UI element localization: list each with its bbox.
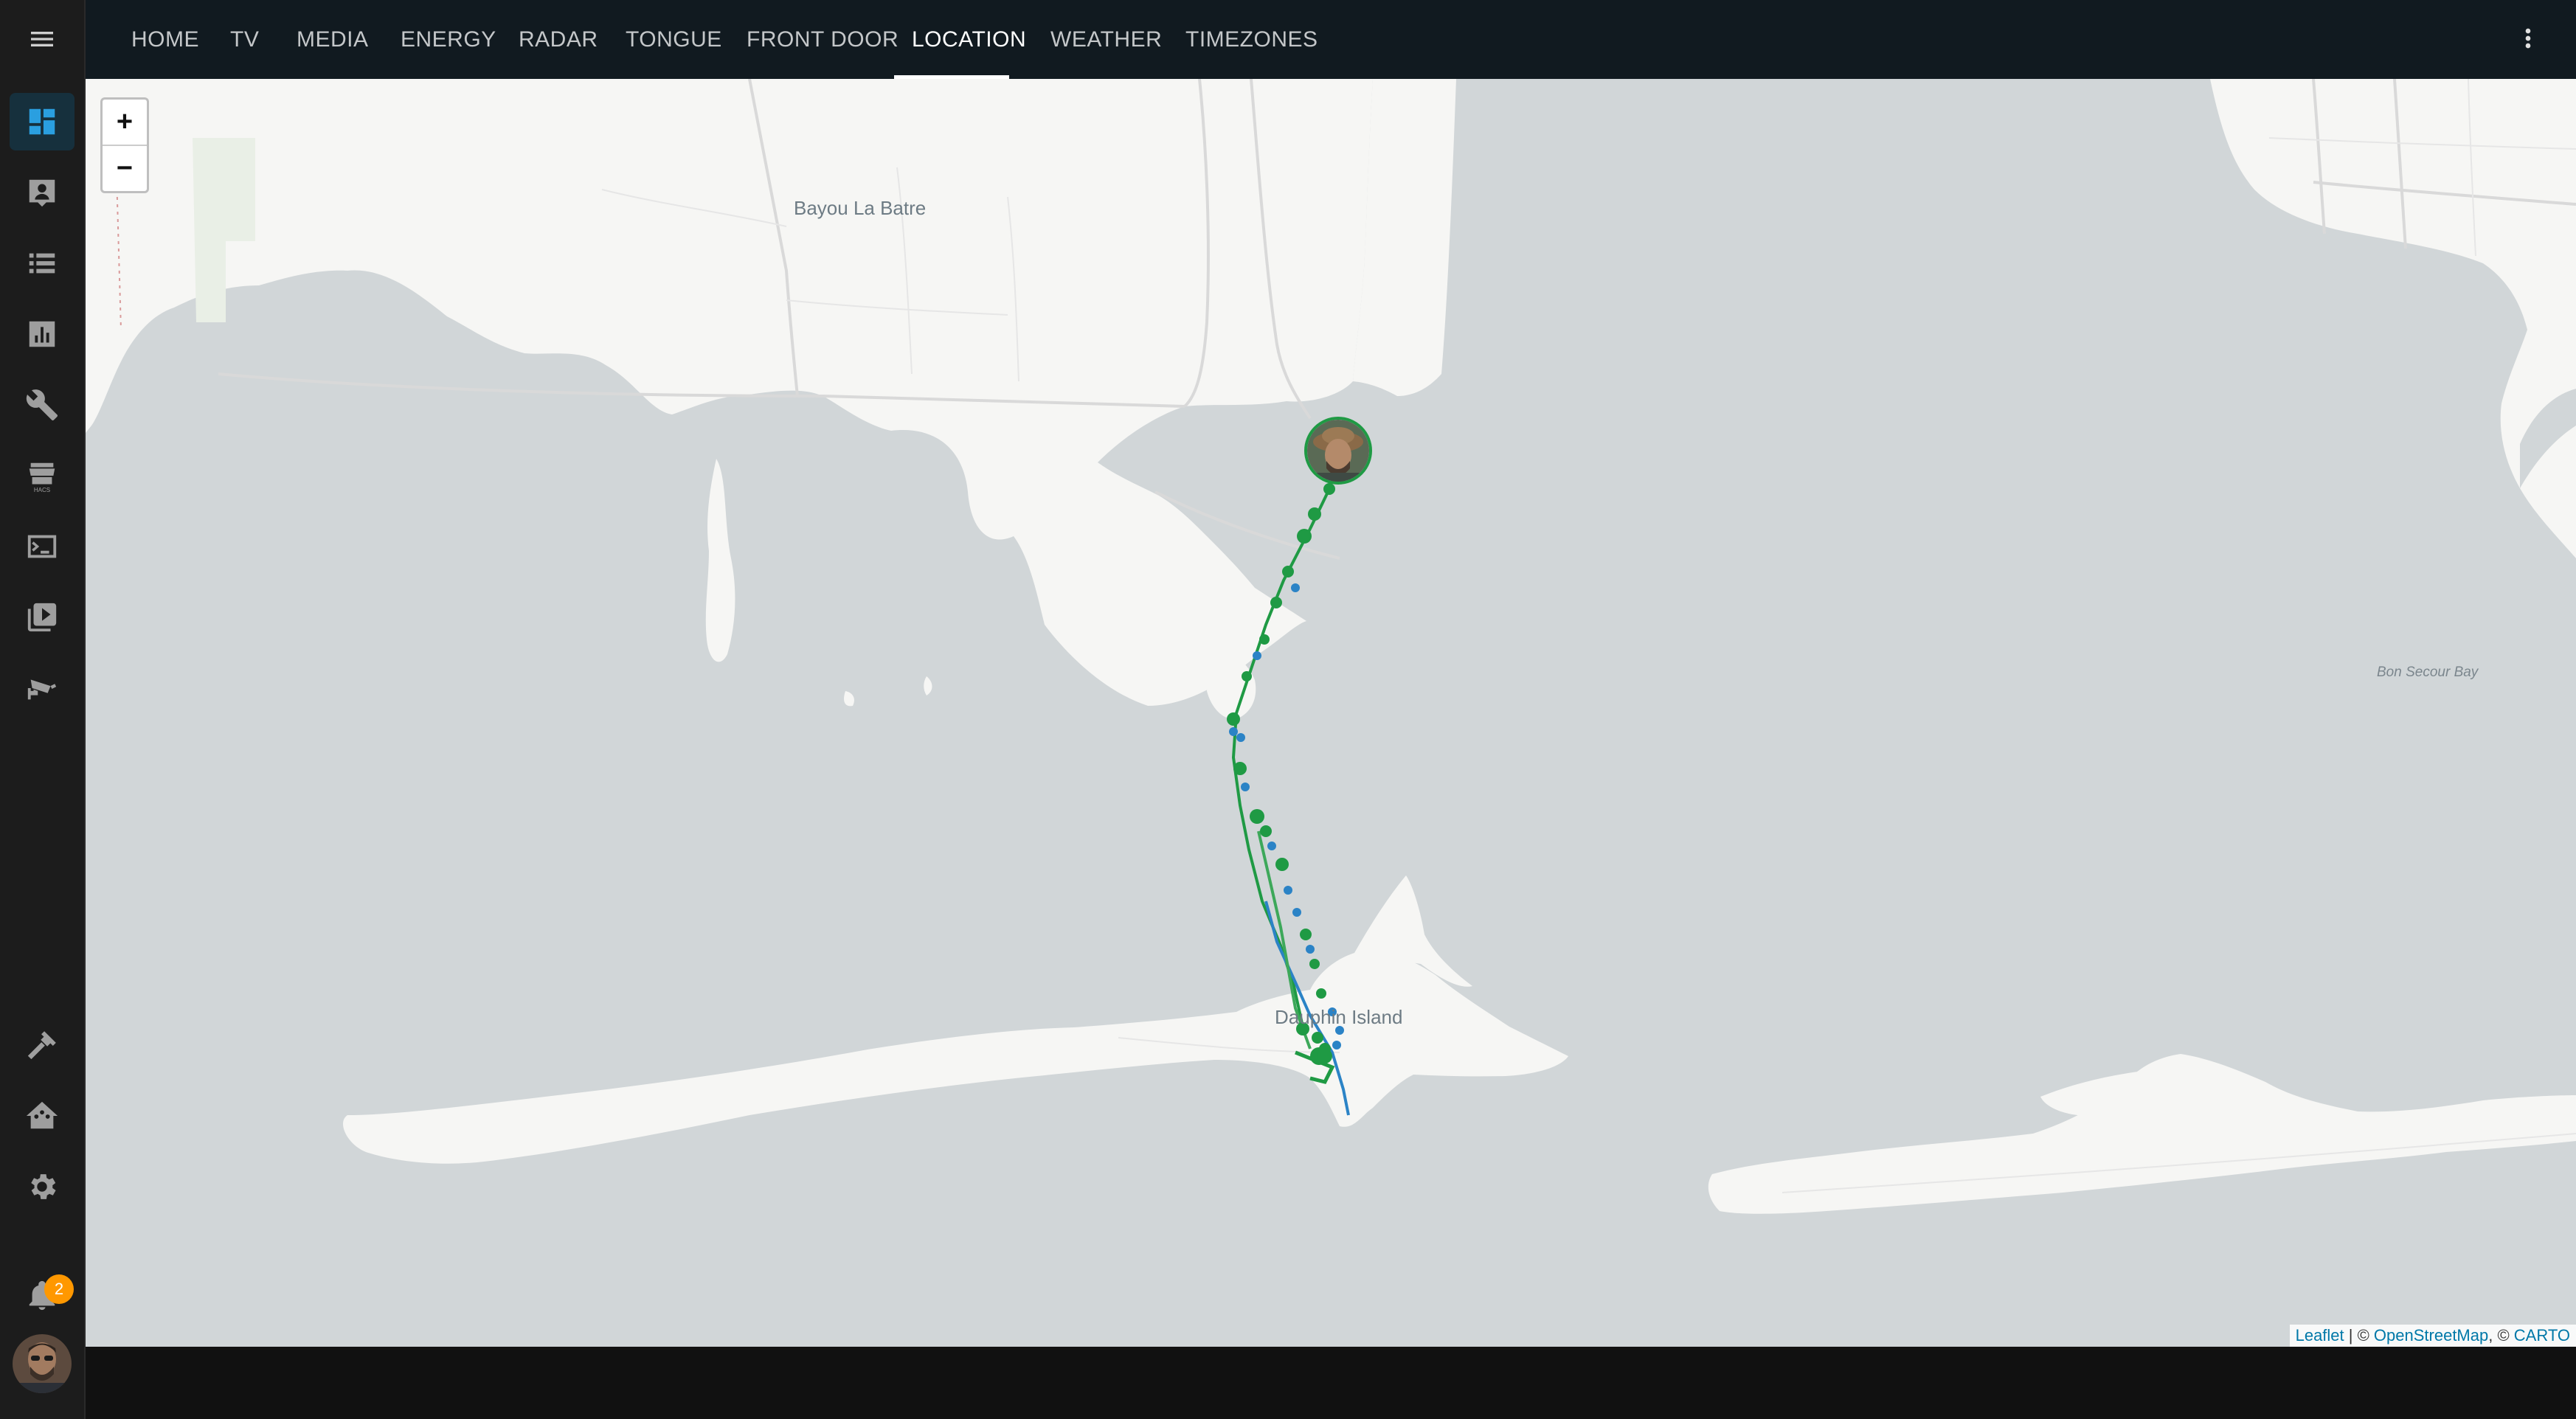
dashboard-icon bbox=[29, 108, 55, 135]
terminal-icon bbox=[27, 535, 57, 558]
sidebar-item-developer[interactable] bbox=[10, 376, 75, 434]
map-tiles bbox=[86, 79, 2576, 1347]
more-vert-icon bbox=[2525, 28, 2531, 49]
user-avatar-image bbox=[13, 1334, 72, 1393]
openstreetmap-link[interactable]: OpenStreetMap bbox=[2374, 1326, 2488, 1345]
settings-icon bbox=[31, 1174, 56, 1199]
menu-button[interactable] bbox=[14, 11, 70, 67]
home-assistant-icon bbox=[26, 1101, 58, 1129]
wrench-icon bbox=[26, 389, 58, 421]
cctv-camera-icon bbox=[27, 679, 57, 700]
attribution-separator-2: , © bbox=[2488, 1326, 2514, 1345]
sidebar: HACS 2 bbox=[0, 0, 86, 1419]
leaflet-link[interactable]: Leaflet bbox=[2296, 1326, 2344, 1345]
sidebar-item-supervisor[interactable] bbox=[10, 1087, 75, 1145]
person-marker-photo bbox=[1307, 420, 1369, 482]
tab-home[interactable]: HOME bbox=[131, 0, 199, 79]
map-label-bayou-la-batre: Bayou La Batre bbox=[794, 197, 927, 219]
top-app-bar: HOME TV MEDIA ENERGY RADAR TONGUE FRONT … bbox=[86, 0, 2576, 80]
user-avatar[interactable] bbox=[13, 1334, 72, 1393]
map-person-icon bbox=[29, 179, 55, 207]
tab-tv[interactable]: TV bbox=[230, 0, 259, 79]
notification-count-badge: 2 bbox=[44, 1274, 74, 1304]
person-location-marker[interactable] bbox=[1304, 417, 1372, 485]
map-label-bon-secour-bay: Bon Secour Bay bbox=[2377, 665, 2479, 680]
hacs-store-icon: HACS bbox=[29, 462, 55, 493]
carto-link[interactable]: CARTO bbox=[2514, 1326, 2570, 1345]
tab-radar[interactable]: RADAR bbox=[519, 0, 598, 79]
overflow-menu-button[interactable] bbox=[2508, 10, 2548, 66]
svg-text:HACS: HACS bbox=[34, 487, 50, 493]
sidebar-item-media[interactable] bbox=[10, 589, 75, 646]
history-chart-icon bbox=[29, 321, 55, 347]
sidebar-item-logbook[interactable] bbox=[10, 235, 75, 292]
bottom-footer-area bbox=[86, 1347, 2576, 1419]
tab-media[interactable]: MEDIA bbox=[297, 0, 369, 79]
tab-front-door[interactable]: FRONT DOOR bbox=[747, 0, 899, 79]
hammer-icon bbox=[27, 1031, 56, 1060]
sidebar-item-terminal[interactable] bbox=[10, 518, 75, 575]
zoom-out-button[interactable]: − bbox=[103, 146, 147, 191]
menu-icon bbox=[31, 32, 53, 46]
sidebar-item-cameras[interactable] bbox=[10, 659, 75, 717]
sidebar-item-hacs[interactable]: HACS bbox=[10, 447, 75, 504]
sidebar-item-history[interactable] bbox=[10, 305, 75, 363]
media-library-icon bbox=[27, 603, 57, 632]
sidebar-item-developer-tools[interactable] bbox=[10, 1016, 75, 1074]
zoom-control: + − bbox=[100, 97, 149, 193]
attribution-separator-1: | © bbox=[2344, 1326, 2374, 1345]
logbook-icon bbox=[29, 253, 55, 274]
tab-energy[interactable]: ENERGY bbox=[401, 0, 496, 79]
sidebar-item-map[interactable] bbox=[10, 164, 75, 221]
zoom-in-button[interactable]: + bbox=[103, 100, 147, 146]
tab-weather[interactable]: WEATHER bbox=[1050, 0, 1162, 79]
location-map[interactable]: Bayou La Batre Dauphin Island Bon Secour… bbox=[86, 79, 2576, 1347]
map-attribution: Leaflet | © OpenStreetMap, © CARTO bbox=[2289, 1325, 2576, 1347]
sidebar-item-overview[interactable] bbox=[10, 93, 75, 150]
tab-tongue[interactable]: TONGUE bbox=[626, 0, 722, 79]
tab-timezones[interactable]: TIMEZONES bbox=[1185, 0, 1318, 79]
sidebar-item-settings[interactable] bbox=[10, 1158, 75, 1215]
tab-location[interactable]: LOCATION bbox=[912, 0, 1026, 79]
map-label-dauphin-island: Dauphin Island bbox=[1275, 1006, 1403, 1028]
